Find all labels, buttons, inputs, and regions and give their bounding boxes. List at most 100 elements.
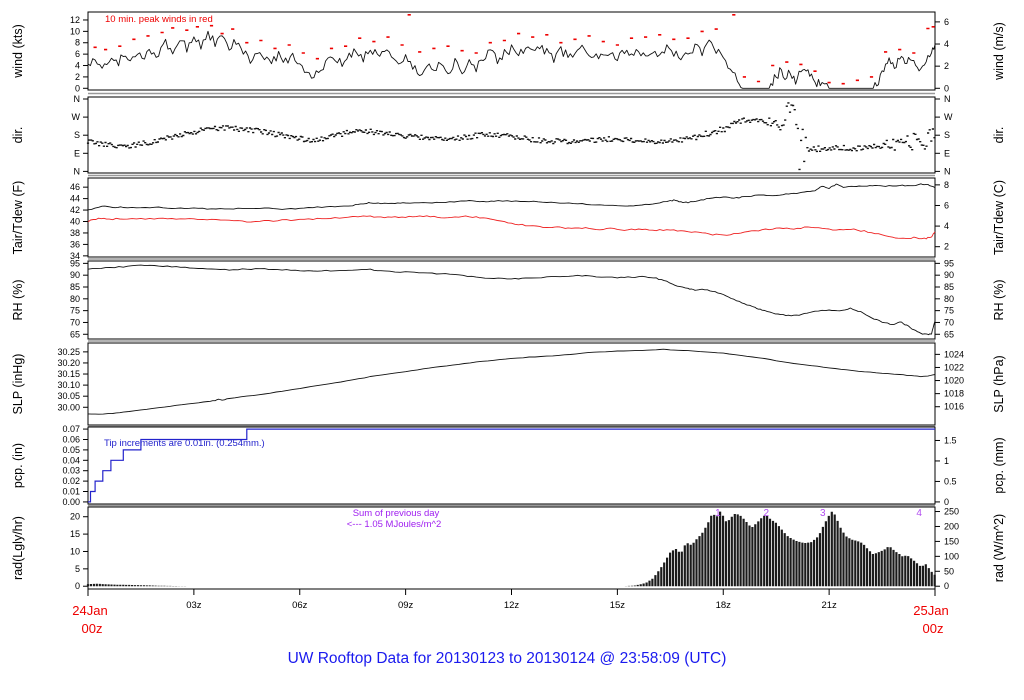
tick-label: 6	[944, 200, 949, 210]
tick-label: 0	[944, 83, 949, 93]
tick-label: 4	[75, 61, 80, 71]
meteogram-figure: 0 2 4 6 8 10 12 0 2 4 6 wind (kts) wind (m/s) N W S E N N W…	[0, 0, 1024, 700]
tick-label: N	[944, 94, 951, 104]
tick-label: 80	[944, 294, 954, 304]
tick-label: 0	[75, 581, 80, 591]
pcp-tip-annotation: Tip increments are 0.01in. (0.254mm.)	[104, 438, 265, 449]
tick-label: 75	[944, 306, 954, 316]
panel-temp-left-unit-label: Tair/Tdew (F)	[11, 181, 25, 255]
tick-label: 95	[944, 258, 954, 268]
panel-wind-left-unit-label: wind (kts)	[11, 24, 25, 78]
x-axis-tick-label: 12z	[504, 600, 520, 611]
panel-rh-left-axis: 65 7075 80 85 90 95	[70, 258, 88, 339]
tick-label: 4	[944, 39, 949, 49]
tick-label: 30.25	[57, 347, 80, 357]
wind-peak-annotation: 10 min. peak winds in red	[105, 14, 213, 25]
tick-label: N	[74, 94, 81, 104]
panel-temp-frame	[87, 177, 936, 258]
tick-label: N	[74, 166, 81, 176]
tick-label: 2	[75, 72, 80, 82]
tick-label: 1022	[944, 362, 964, 372]
panel-rh-frame	[87, 260, 936, 340]
x-axis-tick-label: 15z	[610, 600, 626, 611]
rad-event-marker: 3	[820, 508, 826, 519]
figure-title: UW Rooftop Data for 20130123 to 20130124…	[288, 650, 727, 667]
panel-slp-right-unit-label: SLP (hPa)	[992, 355, 1006, 412]
tick-label: 1020	[944, 376, 964, 386]
panel-rad-right-axis: 0 50 100 150 200 250	[935, 507, 959, 591]
panel-pcp-right-axis: 0 0.5 1 1.5	[935, 435, 957, 507]
tick-label: N	[944, 166, 951, 176]
panel-pcp-right-unit-label: pcp. (mm)	[992, 437, 1006, 493]
panel-dir-left-axis: NWSEN	[72, 94, 88, 176]
tick-label: 38	[70, 228, 80, 238]
tick-label: 75	[70, 306, 80, 316]
panel-rh-right-unit-label: RH (%)	[992, 280, 1006, 321]
tick-label: 0.00	[62, 497, 80, 507]
tick-label: 0.06	[62, 434, 80, 444]
tick-label: 150	[944, 536, 959, 546]
x-axis-tick-label: 03z	[186, 600, 202, 611]
panel-pcp-left-axis: 0.000.010.020.030.040.050.060.07	[62, 424, 88, 507]
tick-label: 70	[944, 317, 954, 327]
panel-rad: 05101520050100150200250rad(Lgly/hr) rad (…	[11, 506, 1006, 591]
tick-label: 36	[70, 239, 80, 249]
tick-label: S	[944, 130, 950, 140]
tick-label: 10	[70, 26, 80, 36]
panel-rh: 6570758085909565707580859095RH (%) RH (%)	[11, 258, 1006, 342]
x-axis-tick-label: 18z	[716, 600, 732, 611]
rad-event-marker: 1	[715, 508, 721, 519]
panel-slp-right-axis: 1016 1018 1020 1022 1024	[935, 349, 964, 412]
tick-label: 0.04	[62, 455, 80, 465]
panels-layer: 0246810120246wind (kts) wind (m/s)NWSENNW…	[11, 11, 1006, 591]
tick-label: S	[74, 130, 80, 140]
tick-label: 1016	[944, 402, 964, 412]
tick-label: E	[944, 148, 950, 158]
panel-rad-right-unit-label: rad (W/m^2)	[992, 514, 1006, 582]
tick-label: 30.15	[57, 369, 80, 379]
panel-wind-right-unit-label: wind (m/s)	[992, 22, 1006, 81]
panel-slp-left-axis: 30.0030.0530.1030.1530.2030.25	[57, 347, 88, 412]
tick-label: 100	[944, 551, 959, 561]
panel-wind-left-axis: 024 68 1012	[70, 15, 88, 93]
tick-label: 30.00	[57, 402, 80, 412]
tick-label: 5	[75, 564, 80, 574]
tick-label: 1024	[944, 349, 964, 359]
tick-label: 0	[944, 581, 949, 591]
panel-dir: NWSENNWSENdir. dir.	[11, 94, 1006, 176]
panel-temp-right-axis: 2 4 6 8	[935, 180, 949, 252]
panel-rh-right-axis: 65 7075 80 85 90 95	[935, 258, 954, 339]
x-axis-start-date: 24Jan	[72, 603, 107, 618]
panel-rh-left-unit-label: RH (%)	[11, 280, 25, 321]
tick-label: 1018	[944, 389, 964, 399]
tick-label: 12	[70, 15, 80, 25]
rad-sum-annotation-line1: Sum of previous day	[353, 508, 440, 519]
tick-label: W	[944, 112, 953, 122]
tick-label: 0.05	[62, 445, 80, 455]
rad-sum-annotation-line2: <--- 1.05 MJoules/m^2	[347, 519, 441, 530]
tick-label: 30.20	[57, 358, 80, 368]
tick-label: 0.07	[62, 424, 80, 434]
panel-slp: 30.0030.0530.1030.1530.2030.251016101810…	[11, 342, 1006, 427]
x-axis-tick-label: 06z	[292, 600, 308, 611]
tick-label: 2	[944, 61, 949, 71]
tick-label: 250	[944, 507, 959, 517]
tick-label: 65	[70, 329, 80, 339]
panel-dir-right-axis: NWSEN	[935, 94, 953, 176]
panel-slp-left-unit-label: SLP (inHg)	[11, 354, 25, 415]
tick-label: W	[72, 112, 81, 122]
tick-label: 10	[70, 546, 80, 556]
x-axis-end-hour: 00z	[923, 621, 944, 636]
tick-label: 30.05	[57, 391, 80, 401]
panel-dir-left-unit-label: dir.	[11, 127, 25, 144]
meteogram-chart: 0246810120246wind (kts) wind (m/s)NWSENNW…	[11, 11, 1006, 667]
tick-label: 0	[75, 83, 80, 93]
tick-label: 40	[70, 217, 80, 227]
tick-label: 90	[944, 270, 954, 280]
tick-label: 85	[70, 282, 80, 292]
tick-label: 0.5	[944, 476, 957, 486]
panel-temp: 343638404244462468Tair/Tdew (F) Tair/Tdew…	[11, 177, 1006, 261]
panel-pcp: 0.000.010.020.030.040.050.060.07 0 0.5 1 1.5…	[11, 424, 1006, 507]
tick-label: 95	[70, 258, 80, 268]
tick-label: 4	[944, 221, 949, 231]
